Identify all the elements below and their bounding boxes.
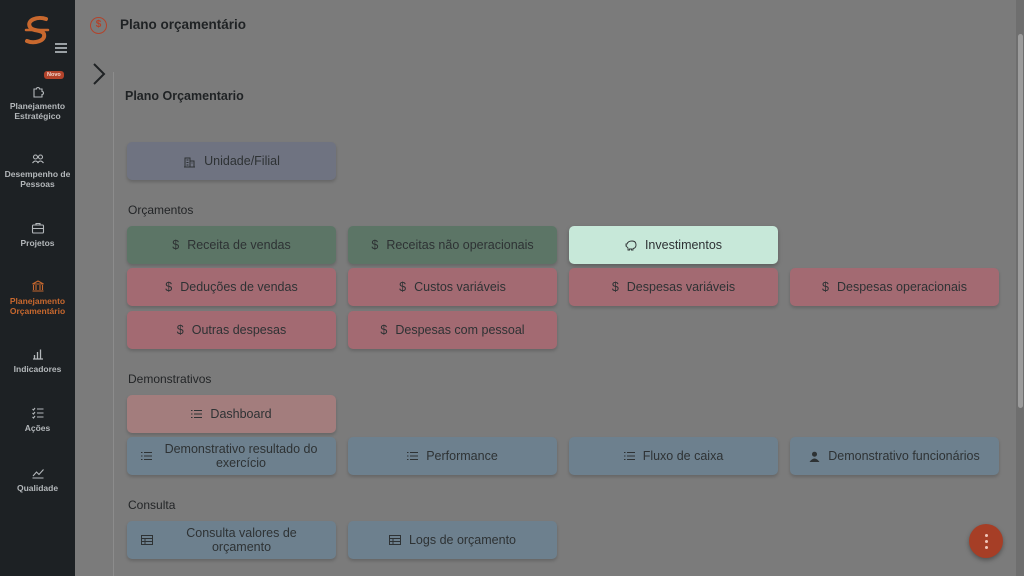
outras-despesas-button[interactable]: $ Outras despesas xyxy=(127,311,336,349)
button-label: Despesas variáveis xyxy=(626,280,736,294)
bank-icon xyxy=(31,280,44,292)
logo xyxy=(24,16,50,45)
dollar-icon: $ xyxy=(822,280,829,294)
button-label: Dashboard xyxy=(210,407,272,421)
button-label: Logs de orçamento xyxy=(408,533,516,547)
dollar-icon: $ xyxy=(380,323,388,337)
sidebar-item-label: Desempenho de Pessoas xyxy=(4,169,71,189)
receita-vendas-button[interactable]: $ Receita de vendas xyxy=(127,226,336,264)
briefcase-icon xyxy=(31,222,44,234)
sidebar-item-label: Planejamento Estratégico xyxy=(9,101,66,121)
despesas-variaveis-button[interactable]: $ Despesas variáveis xyxy=(569,268,778,306)
page-title: Plano orçamentário xyxy=(120,17,247,32)
list-icon xyxy=(407,451,419,461)
button-label: Fluxo de caixa xyxy=(642,449,724,463)
dollar-icon: $ xyxy=(172,238,180,252)
dollar-circle-icon: $ xyxy=(90,17,107,34)
custos-variaveis-button[interactable]: $ Custos variáveis xyxy=(348,268,557,306)
despesas-pessoal-button[interactable]: $ Despesas com pessoal xyxy=(348,311,557,349)
group-label-orcamentos: Orçamentos xyxy=(128,203,194,217)
dollar-icon: $ xyxy=(176,323,184,337)
button-label: Despesas com pessoal xyxy=(395,323,525,337)
section-title: Plano Orçamentario xyxy=(125,89,244,103)
dollar-icon: $ xyxy=(165,280,173,294)
group-label-consulta: Consulta xyxy=(128,498,176,512)
list-icon xyxy=(623,451,635,461)
sidebar-item-label: Projetos xyxy=(20,238,55,248)
line-chart-icon xyxy=(32,469,44,479)
button-label: Deduções de vendas xyxy=(180,280,298,294)
fluxo-caixa-button[interactable]: Fluxo de caixa xyxy=(569,437,778,475)
sidebar-item-label: Ações xyxy=(24,423,51,433)
sidebar-item-label: Qualidade xyxy=(16,483,59,493)
button-label: Despesas operacionais xyxy=(837,280,967,294)
sidebar-item-projetos[interactable]: Projetos xyxy=(0,221,75,248)
sidebar-item-desempenho-pessoas[interactable]: Desempenho de Pessoas xyxy=(0,152,75,189)
table-icon xyxy=(141,535,153,545)
button-label: Custos variáveis xyxy=(414,280,506,294)
consulta-valores-button[interactable]: Consulta valores de orçamento xyxy=(127,521,336,559)
sidebar-item-label: Indicadores xyxy=(13,364,62,374)
menu-toggle-icon[interactable] xyxy=(55,43,67,55)
button-label: Outras despesas xyxy=(191,323,287,337)
list-icon xyxy=(191,409,203,419)
button-label: Demonstrativo resultado do exercício xyxy=(164,442,318,470)
dashboard-button[interactable]: Dashboard xyxy=(127,395,336,433)
group-label-demonstrativos: Demonstrativos xyxy=(128,372,212,386)
investimentos-button[interactable]: Investimentos xyxy=(569,226,778,264)
chevron-right-icon[interactable] xyxy=(89,62,109,86)
sidebar-item-acoes[interactable]: Ações xyxy=(0,406,75,433)
logs-orcamento-button[interactable]: Logs de orçamento xyxy=(348,521,557,559)
button-label: Receita de vendas xyxy=(187,238,291,252)
piggy-bank-icon xyxy=(625,240,637,251)
sidebar: Novo Planejamento Estratégico Desempenho… xyxy=(0,0,75,576)
sidebar-item-indicadores[interactable]: Indicadores xyxy=(0,347,75,374)
divider xyxy=(113,72,114,576)
sidebar-item-label: Planejamento Orçamentário xyxy=(9,296,66,316)
button-label: Consulta valores de orçamento xyxy=(186,526,297,554)
performance-button[interactable]: Performance xyxy=(348,437,557,475)
button-label: Investimentos xyxy=(644,238,723,252)
button-label: Receitas não operacionais xyxy=(386,238,534,252)
puzzle-icon xyxy=(32,87,44,98)
dollar-icon: $ xyxy=(611,280,619,294)
button-label: Performance xyxy=(426,449,498,463)
scrollbar-thumb[interactable] xyxy=(1018,34,1023,408)
dre-button[interactable]: Demonstrativo resultado do exercício xyxy=(127,437,336,475)
kebab-icon xyxy=(984,532,988,550)
new-badge: Novo xyxy=(44,71,64,79)
receitas-nao-operacionais-button[interactable]: $ Receitas não operacionais xyxy=(348,226,557,264)
despesas-operacionais-button[interactable]: $ Despesas operacionais xyxy=(790,268,999,306)
list-icon xyxy=(141,451,152,461)
deducoes-vendas-button[interactable]: $ Deduções de vendas xyxy=(127,268,336,306)
button-label: Demonstrativo funcionários xyxy=(828,449,980,463)
building-icon xyxy=(183,155,196,168)
dollar-icon: $ xyxy=(399,280,407,294)
more-actions-button[interactable] xyxy=(969,524,1003,558)
demonstrativo-funcionarios-button[interactable]: Demonstrativo funcionários xyxy=(790,437,999,475)
sidebar-item-qualidade[interactable]: Qualidade xyxy=(0,466,75,493)
sidebar-item-planejamento-estrategico[interactable]: Planejamento Estratégico xyxy=(0,84,75,121)
unit-filter-button[interactable]: Unidade/Filial xyxy=(127,142,336,180)
table-icon xyxy=(388,535,401,545)
dollar-icon: $ xyxy=(371,238,379,252)
sidebar-item-planejamento-orcamentario[interactable]: Planejamento Orçamentário xyxy=(0,279,75,316)
person-icon xyxy=(809,451,820,462)
checklist-icon xyxy=(31,407,43,419)
people-icon xyxy=(31,154,44,164)
button-label: Unidade/Filial xyxy=(204,154,280,168)
bar-chart-icon xyxy=(32,349,43,360)
